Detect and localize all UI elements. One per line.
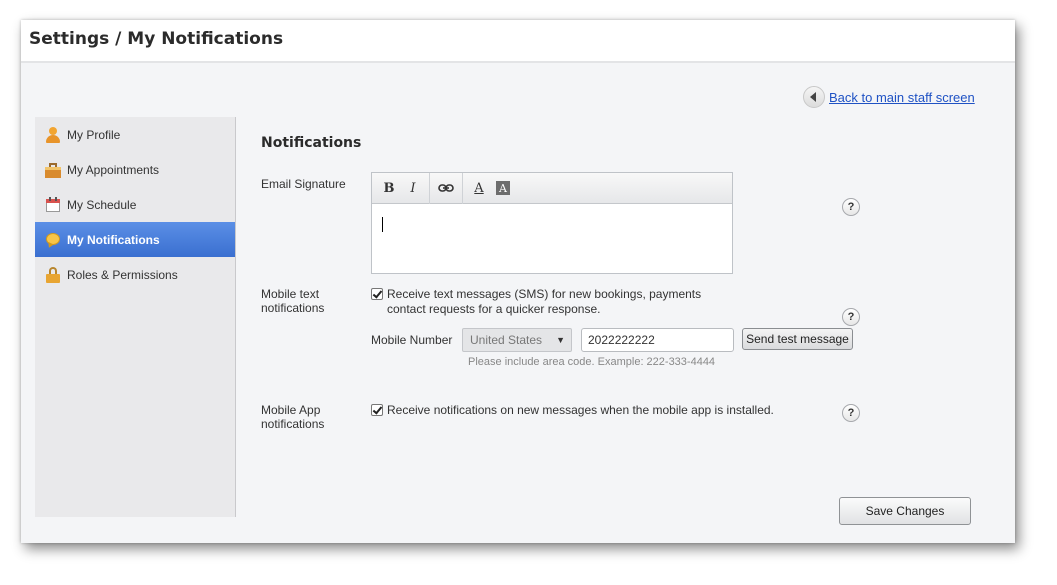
email-signature-label: Email Signature [261, 177, 346, 191]
email-signature-input[interactable] [372, 205, 732, 273]
mobile-text-label-line2: notifications [261, 301, 325, 315]
mobile-app-label-line2: notifications [261, 417, 325, 431]
email-signature-help-icon[interactable]: ? [842, 198, 860, 216]
editor-toolbar: B I A A [372, 172, 732, 204]
link-icon [438, 184, 454, 192]
country-select[interactable]: United States ▼ [462, 328, 572, 352]
sidebar-item-my-notifications[interactable]: My Notifications [35, 222, 235, 257]
sidebar-item-label: Roles & Permissions [67, 267, 178, 282]
title-bar: Settings / My Notifications [21, 20, 1015, 63]
section-title: Notifications [261, 135, 362, 151]
mobile-app-help-icon[interactable]: ? [842, 404, 860, 422]
page-title: Settings / My Notifications [29, 29, 284, 49]
sidebar-item-label: My Schedule [67, 197, 137, 212]
sms-checkbox-label-line2: contact requests for a quicker response. [387, 302, 601, 316]
email-signature-editor: B I A A [371, 172, 733, 274]
notifications-panel: Notifications Email Signature B I A A ? … [237, 117, 1015, 543]
sidebar-item-my-schedule[interactable]: My Schedule [35, 187, 235, 222]
mobile-app-checkbox-label: Receive notifications on new messages wh… [387, 403, 774, 417]
back-link-label[interactable]: Back to main staff screen [829, 90, 975, 105]
appointments-icon [45, 162, 61, 178]
lock-icon [45, 266, 61, 283]
sidebar-item-roles-permissions[interactable]: Roles & Permissions [35, 257, 235, 292]
link-button[interactable] [434, 177, 458, 199]
sidebar-item-label: My Appointments [67, 162, 160, 177]
mobile-number-label: Mobile Number [371, 333, 453, 347]
settings-sidebar: My Profile My Appointments My Schedule M… [35, 117, 236, 517]
back-to-main-link[interactable]: Back to main staff screen [803, 86, 975, 108]
italic-button[interactable]: I [401, 177, 425, 199]
mobile-number-input[interactable] [581, 328, 734, 352]
font-color-button[interactable]: A [467, 177, 491, 199]
back-arrow-icon [803, 86, 825, 108]
toolbar-divider [462, 172, 463, 204]
mobile-app-label-line1: Mobile App [261, 403, 321, 417]
sidebar-item-label: My Notifications [67, 232, 160, 247]
dropdown-arrow-icon: ▼ [556, 335, 565, 345]
calendar-icon [45, 196, 61, 213]
sms-checkbox[interactable] [371, 288, 383, 300]
save-changes-button[interactable]: Save Changes [839, 497, 971, 525]
profile-icon [45, 126, 61, 143]
mobile-app-checkbox[interactable] [371, 404, 383, 416]
mobile-text-label-line1: Mobile text [261, 287, 320, 301]
mobile-text-help-icon[interactable]: ? [842, 308, 860, 326]
bold-button[interactable]: B [377, 177, 401, 199]
background-color-icon: A [496, 181, 510, 195]
text-caret [382, 217, 383, 232]
sidebar-item-my-appointments[interactable]: My Appointments [35, 152, 235, 187]
sidebar-item-my-profile[interactable]: My Profile [35, 117, 235, 152]
send-test-message-button[interactable]: Send test message [742, 328, 853, 350]
toolbar-divider [429, 172, 430, 204]
settings-window: Settings / My Notifications Back to main… [21, 20, 1015, 543]
sms-checkbox-label-line1: Receive text messages (SMS) for new book… [387, 287, 702, 301]
background-color-button[interactable]: A [491, 177, 515, 199]
sidebar-item-label: My Profile [67, 127, 121, 142]
mobile-number-hint: Please include area code. Example: 222-3… [468, 356, 716, 368]
country-select-value: United States [470, 333, 543, 347]
notification-bubble-icon [45, 232, 61, 249]
